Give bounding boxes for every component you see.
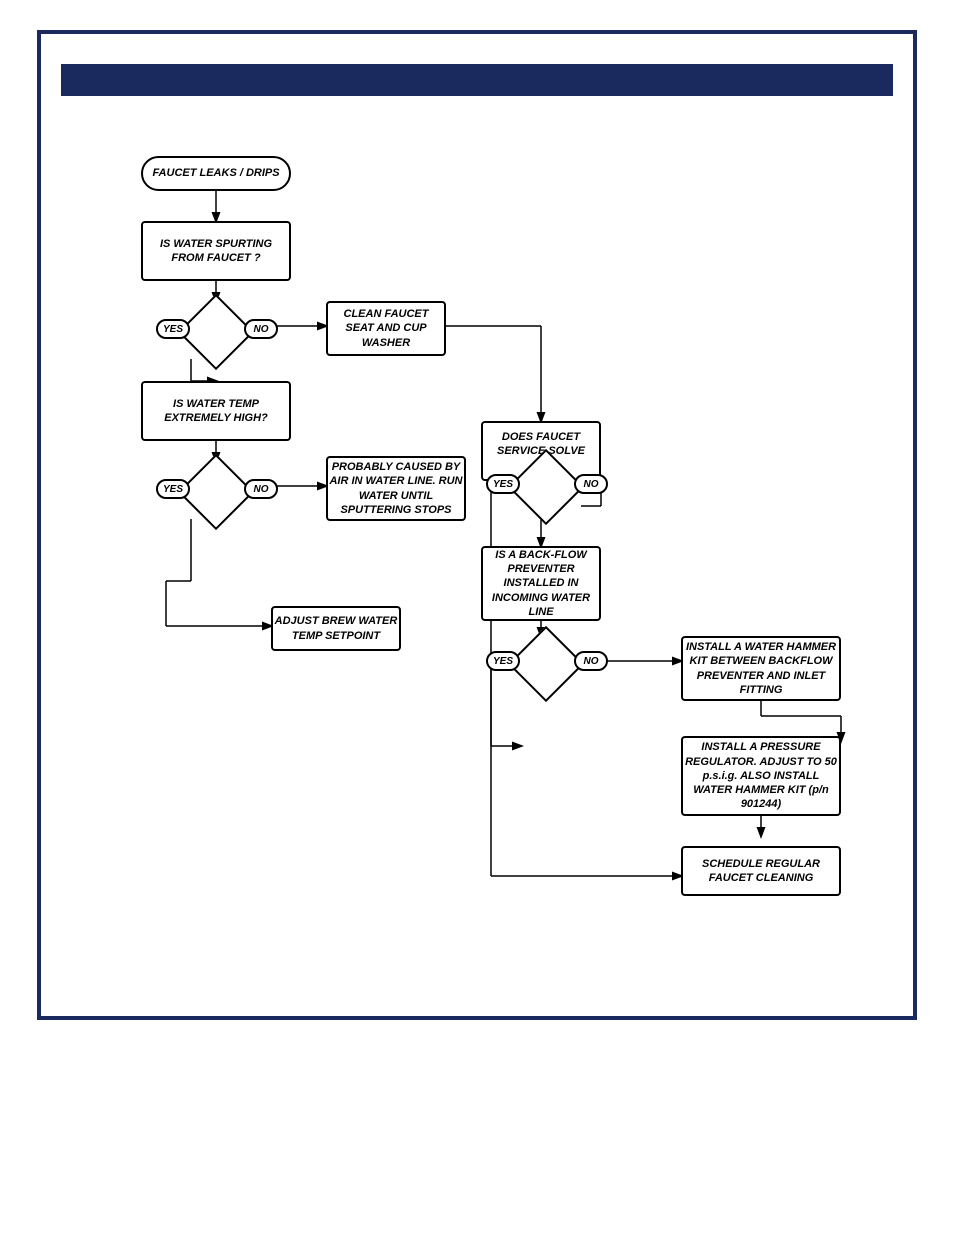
diamond-1-yes: YES — [156, 319, 190, 339]
diamond-1-no: NO — [244, 319, 278, 339]
diamond-4-yes: YES — [486, 651, 520, 671]
diamond-4 — [511, 636, 581, 691]
flowchart: FAUCET LEAKS / DRIPS IS WATER SPURTING F… — [61, 126, 893, 986]
diamond-3-no: NO — [574, 474, 608, 494]
node-adjust-brew: ADJUST BREW WATER TEMP SETPOINT — [271, 606, 401, 651]
node-schedule: SCHEDULE REGULAR FAUCET CLEANING — [681, 846, 841, 896]
page: FAUCET LEAKS / DRIPS IS WATER SPURTING F… — [0, 0, 954, 1235]
node-install-pressure: INSTALL A PRESSURE REGULATOR. ADJUST TO … — [681, 736, 841, 816]
node-probably-air: PROBABLY CAUSED BY AIR IN WATER LINE. RU… — [326, 456, 466, 521]
diamond-2-yes: YES — [156, 479, 190, 499]
header-bar — [61, 64, 893, 96]
diamond-2 — [181, 464, 251, 519]
node-q2: IS WATER TEMP EXTREMELY HIGH? — [141, 381, 291, 441]
node-q1: IS WATER SPURTING FROM FAUCET ? — [141, 221, 291, 281]
node-start: FAUCET LEAKS / DRIPS — [141, 156, 291, 191]
node-backflow: IS A BACK-FLOW PREVENTER INSTALLED IN IN… — [481, 546, 601, 621]
diamond-3-yes: YES — [486, 474, 520, 494]
diamond-4-no: NO — [574, 651, 608, 671]
node-clean-faucet: CLEAN FAUCET SEAT AND CUP WASHER — [326, 301, 446, 356]
diamond-2-no: NO — [244, 479, 278, 499]
node-install-hammer: INSTALL A WATER HAMMER KIT BETWEEN BACKF… — [681, 636, 841, 701]
diamond-3 — [511, 459, 581, 514]
diagram-container: FAUCET LEAKS / DRIPS IS WATER SPURTING F… — [37, 30, 917, 1020]
diamond-1 — [181, 304, 251, 359]
